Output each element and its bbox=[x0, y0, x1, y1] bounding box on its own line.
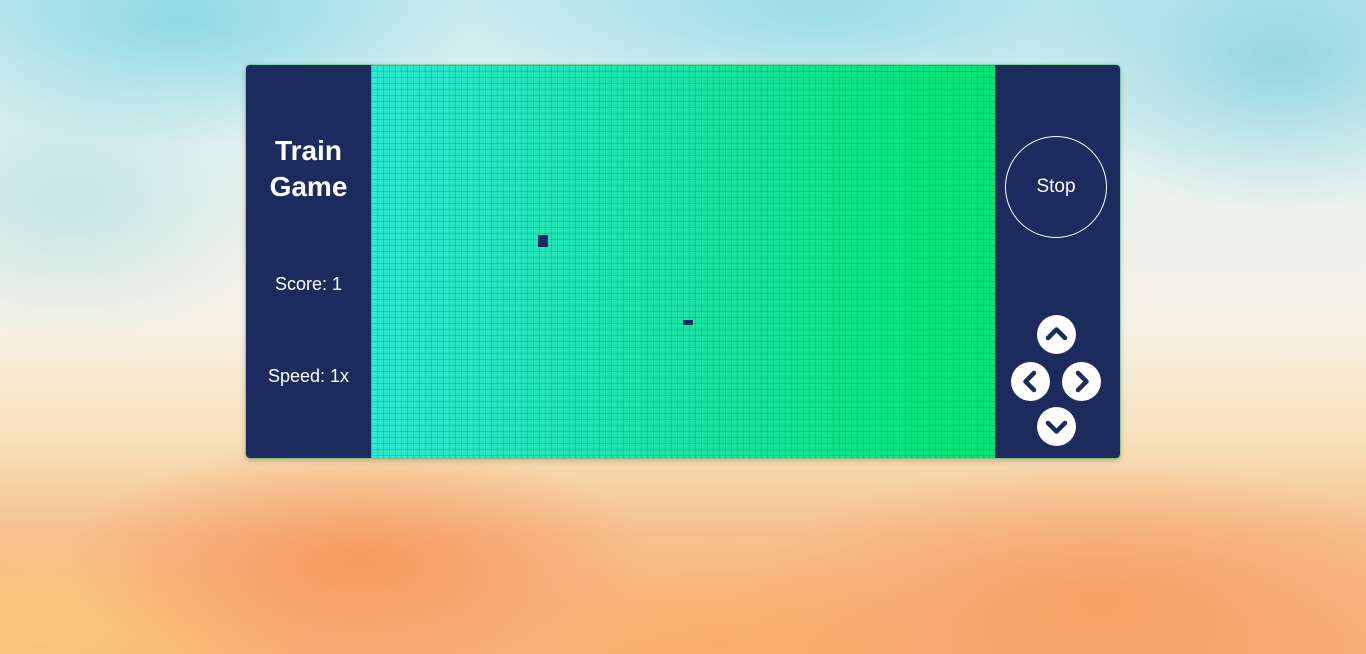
controls-panel: Stop bbox=[995, 65, 1120, 458]
board-grid bbox=[371, 65, 995, 458]
chevron-right-icon bbox=[1075, 370, 1089, 393]
chevron-up-icon bbox=[1045, 327, 1068, 341]
right-arrow-button[interactable] bbox=[1062, 362, 1101, 401]
game-title: Train Game bbox=[246, 133, 371, 205]
game-board[interactable] bbox=[371, 65, 995, 458]
game-title-line-1: Train bbox=[275, 135, 342, 166]
game-title-line-2: Game bbox=[269, 171, 348, 202]
food-item bbox=[683, 320, 693, 325]
chevron-left-icon bbox=[1023, 370, 1037, 393]
up-arrow-button[interactable] bbox=[1037, 315, 1076, 354]
stop-button[interactable]: Stop bbox=[1005, 136, 1107, 238]
chevron-down-icon bbox=[1045, 420, 1068, 434]
game-card: Train Game Score: 1 Speed: 1x Stop bbox=[246, 65, 1120, 458]
info-panel: Train Game Score: 1 Speed: 1x bbox=[246, 65, 371, 458]
left-arrow-button[interactable] bbox=[1011, 362, 1050, 401]
score-display: Score: 1 bbox=[274, 274, 343, 294]
speed-display: Speed: 1x bbox=[267, 366, 350, 386]
train-head bbox=[538, 235, 548, 247]
down-arrow-button[interactable] bbox=[1037, 407, 1076, 446]
